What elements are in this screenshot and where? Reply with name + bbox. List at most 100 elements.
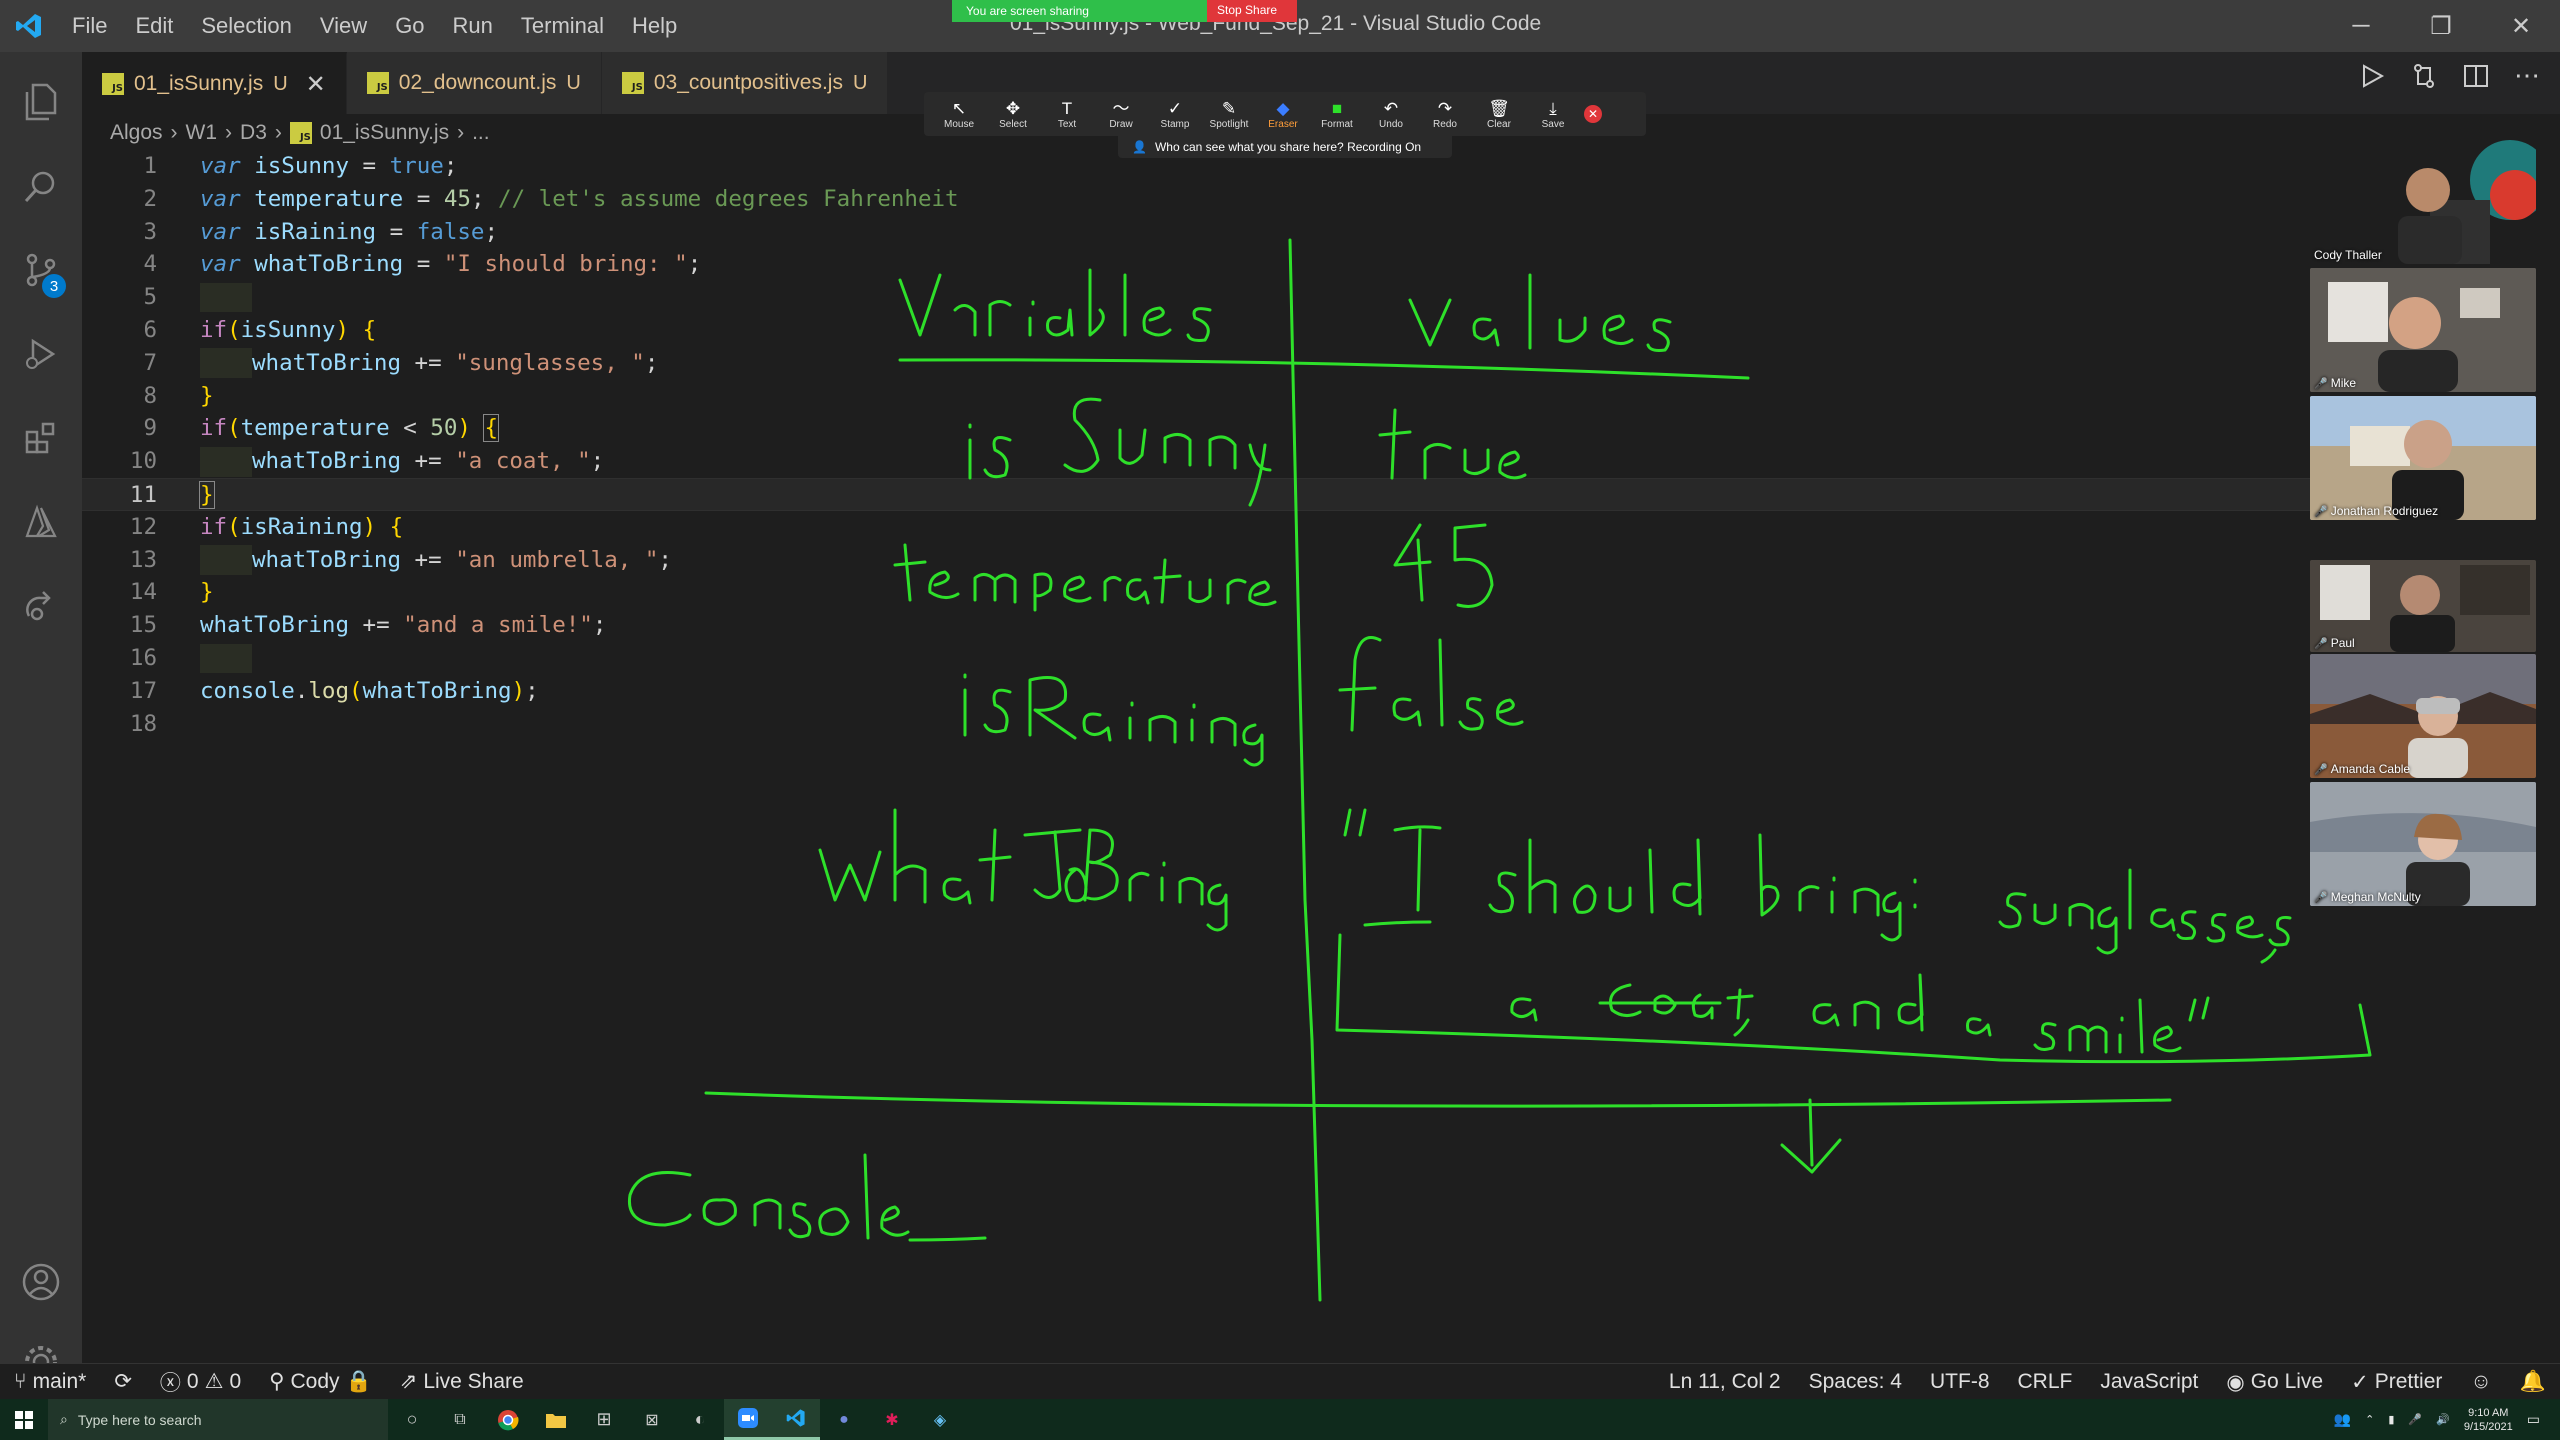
tab-label: 01_isSunny.js bbox=[134, 72, 264, 95]
close-annotation-icon[interactable]: ✕ bbox=[1584, 105, 1602, 123]
breadcrumb-algos[interactable]: Algos bbox=[110, 121, 163, 145]
extensions-button[interactable] bbox=[0, 398, 82, 478]
menu-run[interactable]: Run bbox=[439, 0, 507, 52]
annotation-tool-format[interactable]: ■ Format bbox=[1310, 99, 1364, 130]
participant-video[interactable]: 🎤 Paul bbox=[2310, 560, 2536, 652]
cortana-button[interactable]: ○ bbox=[388, 1399, 436, 1440]
tab-01-issunny[interactable]: JS 01_isSunny.js U ✕ bbox=[82, 52, 347, 114]
code-line-current: 11} bbox=[82, 477, 2310, 511]
excel-app[interactable]: ⊠ bbox=[628, 1399, 676, 1440]
sync-button[interactable]: ⟳ bbox=[100, 1364, 146, 1400]
annotation-tool-spotlight[interactable]: ✎ Spotlight bbox=[1202, 99, 1256, 130]
account-indicator[interactable]: ⚲ Cody 🔒 bbox=[255, 1364, 386, 1400]
menu-help[interactable]: Help bbox=[618, 0, 691, 52]
breadcrumb-more[interactable]: ... bbox=[472, 121, 490, 145]
annotation-tool-clear[interactable]: 🗑 Clear bbox=[1472, 99, 1526, 130]
file-explorer-app[interactable] bbox=[532, 1399, 580, 1440]
annotation-tool-eraser[interactable]: ◆ Eraser bbox=[1256, 99, 1310, 130]
run-file-icon[interactable] bbox=[2358, 62, 2386, 90]
annotation-tool-select[interactable]: ✥ Select bbox=[986, 99, 1040, 130]
indentation[interactable]: Spaces: 4 bbox=[1795, 1364, 1916, 1400]
notifications-button[interactable]: 🔔 bbox=[2506, 1364, 2560, 1400]
taskbar-search[interactable]: ⌕ Type here to search bbox=[48, 1399, 388, 1440]
live-share-icon: ⇗ bbox=[399, 1370, 418, 1393]
close-icon: ✕ bbox=[2510, 12, 2532, 40]
participant-video[interactable]: 🎤 Meghan McNulty bbox=[2310, 782, 2536, 906]
live-share-activity-button[interactable] bbox=[0, 566, 82, 646]
network-icon[interactable]: ▮ bbox=[2388, 1413, 2394, 1426]
line-number: 14 bbox=[129, 579, 157, 606]
stop-share-button[interactable]: Stop Share bbox=[1207, 0, 1297, 22]
live-share-button[interactable]: ⇗ Live Share bbox=[386, 1364, 538, 1400]
language-mode[interactable]: JavaScript bbox=[2086, 1364, 2212, 1400]
annotation-tool-save[interactable]: ⤓ Save bbox=[1526, 99, 1580, 130]
search-button[interactable] bbox=[0, 146, 82, 226]
menu-edit[interactable]: Edit bbox=[121, 0, 187, 52]
zoom-app[interactable] bbox=[724, 1399, 772, 1440]
menu-selection[interactable]: Selection bbox=[187, 0, 306, 52]
menu-go[interactable]: Go bbox=[381, 0, 438, 52]
source-control-button[interactable]: 3 bbox=[0, 230, 82, 310]
git-branch-icon: ⑂ bbox=[14, 1369, 27, 1393]
breadcrumb-file[interactable]: 01_isSunny.js bbox=[320, 121, 449, 145]
tab-03-countpositives[interactable]: JS 03_countpositives.js U bbox=[601, 52, 889, 114]
menu-file[interactable]: File bbox=[58, 0, 121, 52]
notification-center-icon[interactable]: ▭ bbox=[2527, 1411, 2540, 1428]
people-icon[interactable]: 👥 bbox=[2334, 1411, 2351, 1428]
discord-app[interactable]: ● bbox=[820, 1399, 868, 1440]
restore-button[interactable]: ❐ bbox=[2406, 0, 2476, 52]
start-button[interactable] bbox=[0, 1399, 48, 1440]
annotation-tool-undo[interactable]: ↶ Undo bbox=[1364, 99, 1418, 130]
stamp-icon: ✓ bbox=[1167, 98, 1183, 118]
line-ending[interactable]: CRLF bbox=[2004, 1364, 2087, 1400]
participant-video[interactable]: 🎤 Jonathan Rodriguez bbox=[2310, 396, 2536, 520]
annotation-tool-mouse[interactable]: ↖ Mouse bbox=[932, 99, 986, 130]
task-view-button[interactable]: ⧉ bbox=[436, 1399, 484, 1440]
open-changes-icon[interactable] bbox=[2410, 62, 2438, 90]
branch-indicator[interactable]: ⑂ main* bbox=[0, 1364, 100, 1400]
slack-app[interactable]: ✱ bbox=[868, 1399, 916, 1440]
annotation-tool-redo[interactable]: ↷ Redo bbox=[1418, 99, 1472, 130]
vscode-app[interactable] bbox=[772, 1399, 820, 1440]
prettier-button[interactable]: ✓ Prettier bbox=[2337, 1364, 2456, 1400]
github-app[interactable]: ◐ bbox=[676, 1399, 724, 1440]
steam-app[interactable]: ◈ bbox=[916, 1399, 964, 1440]
minimize-button[interactable]: ─ bbox=[2326, 0, 2396, 52]
chevron-up-icon[interactable]: ⌃ bbox=[2365, 1413, 2374, 1426]
cursor-position[interactable]: Ln 11, Col 2 bbox=[1655, 1364, 1795, 1400]
code-editor[interactable]: 1 var isSunny = true; 2 var temperature = … bbox=[82, 150, 2310, 740]
close-tab-icon[interactable]: ✕ bbox=[306, 70, 326, 99]
participant-video[interactable]: 🎤 Mike bbox=[2310, 268, 2536, 392]
azure-button[interactable] bbox=[0, 482, 82, 562]
volume-icon[interactable]: 🔊 bbox=[2436, 1413, 2450, 1426]
participant-video[interactable]: Cody Thaller bbox=[2310, 140, 2536, 264]
breadcrumb-d3[interactable]: D3 bbox=[240, 121, 267, 145]
more-actions-icon[interactable]: ⋯ bbox=[2514, 62, 2540, 90]
zoom-icon bbox=[738, 1408, 758, 1428]
calculator-app[interactable]: ⊞ bbox=[580, 1399, 628, 1440]
split-editor-icon[interactable] bbox=[2462, 62, 2490, 90]
tab-02-downcount[interactable]: JS 02_downcount.js U bbox=[346, 52, 602, 114]
feedback-button[interactable]: ☺ bbox=[2456, 1364, 2505, 1400]
problems-indicator[interactable]: ⓧ 0 ⚠ 0 bbox=[146, 1364, 255, 1400]
breadcrumb-w1[interactable]: W1 bbox=[186, 121, 218, 145]
annotation-tool-label: Eraser bbox=[1268, 118, 1298, 130]
participant-video[interactable]: 🎤 Amanda Cable bbox=[2310, 654, 2536, 778]
annotation-tool-text[interactable]: T Text bbox=[1040, 99, 1094, 130]
code-text: whatToBring += "sunglasses, "; bbox=[200, 347, 658, 380]
encoding[interactable]: UTF-8 bbox=[1916, 1364, 2004, 1400]
annotation-tool-draw[interactable]: 〜 Draw bbox=[1094, 99, 1148, 130]
close-window-button[interactable]: ✕ bbox=[2486, 0, 2556, 52]
annotation-tool-stamp[interactable]: ✓ Stamp bbox=[1148, 99, 1202, 130]
chrome-app[interactable] bbox=[484, 1399, 532, 1440]
menu-terminal[interactable]: Terminal bbox=[507, 0, 618, 52]
run-debug-button[interactable] bbox=[0, 314, 82, 394]
menu-view[interactable]: View bbox=[306, 0, 381, 52]
clock[interactable]: 9:10 AM 9/15/2021 bbox=[2464, 1406, 2513, 1434]
files-icon bbox=[25, 83, 57, 121]
explorer-button[interactable] bbox=[0, 62, 82, 142]
drawn-word-whattobring bbox=[818, 808, 1228, 932]
mic-icon[interactable]: 🎤 bbox=[2408, 1413, 2422, 1426]
go-live-button[interactable]: ◉ Go Live bbox=[2212, 1364, 2337, 1400]
accounts-button[interactable] bbox=[0, 1242, 82, 1322]
